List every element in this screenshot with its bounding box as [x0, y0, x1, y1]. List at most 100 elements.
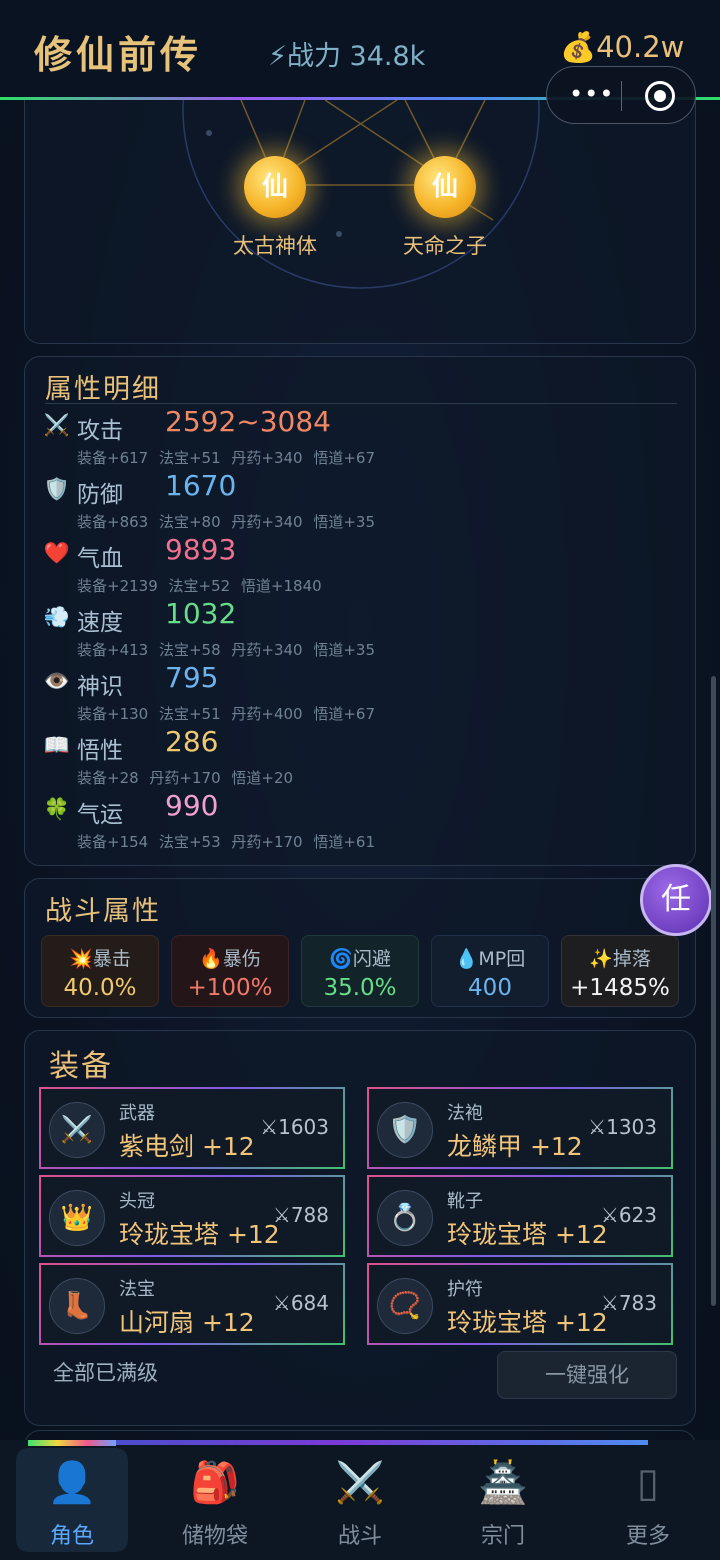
equip-slot-label: 法袍: [447, 1103, 483, 1124]
attr-row-luck: 🍀 气运 990 装备+154 法宝+53 丹药+170 悟道+61: [43, 789, 683, 857]
clover-icon: 🍀: [43, 797, 71, 821]
attr-name: 悟性: [77, 738, 123, 764]
attr-name: 神识: [77, 674, 123, 700]
attr-detail: 装备+28 丹药+170 悟道+20: [77, 769, 294, 787]
talent-item[interactable]: 仙 太古神体: [195, 156, 355, 260]
crossed-swords-icon: ⚔️: [49, 1102, 105, 1158]
equip-slot-label: 头冠: [119, 1191, 155, 1212]
person-icon: 👤: [47, 1460, 97, 1506]
attribute-panel-title: 属性明细: [45, 374, 161, 405]
star-decoration: [182, 100, 540, 289]
attr-name: 速度: [77, 610, 123, 636]
tab-character[interactable]: 👤 角色: [16, 1448, 128, 1552]
equip-slot-amulet[interactable]: 📿 护符 玲珑宝塔 +12 ⚔783: [367, 1263, 673, 1345]
equip-power: ⚔788: [272, 1203, 329, 1227]
battle-attribute-panel: 战斗属性 💥暴击 40.0% 🔥暴伤 +100% 🌀闪避 35.0% 💧MP回 …: [24, 878, 696, 1018]
tabbar-progress-fill: [28, 1440, 116, 1446]
attr-row-comprehension: 📖 悟性 286 装备+28 丹药+170 悟道+20: [43, 725, 683, 793]
tab-inventory[interactable]: 🎒 储物袋: [159, 1448, 271, 1552]
currency-amount: 💰40.2w: [560, 30, 685, 64]
all-max-label: 全部已满级: [53, 1361, 158, 1385]
stat-dodge: 🌀闪避 35.0%: [301, 935, 419, 1007]
attr-value: 795: [165, 661, 219, 694]
shield-icon: 🛡️: [377, 1102, 433, 1158]
equip-slot-crown[interactable]: 👑 头冠 玲珑宝塔 +12 ⚔788: [39, 1175, 345, 1257]
more-dots-icon[interactable]: •••: [569, 80, 614, 108]
tab-label: 储物袋: [181, 1524, 248, 1549]
attr-value: 286: [165, 725, 219, 758]
one-click-strengthen-button[interactable]: 一键强化: [497, 1351, 677, 1399]
equip-slot-boots[interactable]: 💍 靴子 玲珑宝塔 +12 ⚔623: [367, 1175, 673, 1257]
attr-row-hp: ❤️ 气血 9893 装备+2139 法宝+52 悟道+1840: [43, 533, 683, 601]
attr-value: 9893: [165, 533, 237, 566]
sword-icon: ⚔️: [43, 413, 71, 437]
talent-orb-icon: 仙: [244, 156, 306, 218]
stat-crit-damage: 🔥暴伤 +100%: [171, 935, 289, 1007]
attr-row-speed: 💨 速度 1032 装备+413 法宝+58 丹药+340 悟道+35: [43, 597, 683, 665]
tab-label: 角色: [49, 1524, 94, 1549]
backpack-icon: 🎒: [190, 1460, 240, 1506]
task-float-button[interactable]: 任: [640, 864, 712, 936]
equip-name: 龙鳞甲 +12: [447, 1132, 583, 1161]
attr-name: 气运: [77, 802, 123, 828]
attr-detail: 装备+863 法宝+80 丹药+340 悟道+35: [77, 513, 376, 531]
attr-name: 防御: [77, 482, 123, 508]
tab-battle[interactable]: ⚔️ 战斗: [304, 1448, 416, 1552]
tab-sect[interactable]: 🏯 宗门: [447, 1448, 559, 1552]
equipment-panel-title: 装备: [49, 1049, 113, 1084]
equipment-panel: 装备 ⚔️ 武器 紫电剑 +12 ⚔1603 🛡️ 法袍 龙鳞甲 +12 ⚔13…: [24, 1030, 696, 1426]
combat-power: ⚡战力 34.8k: [268, 41, 426, 72]
tab-more[interactable]: ▯ 更多: [592, 1448, 704, 1552]
equip-name: 玲珑宝塔 +12: [447, 1220, 608, 1249]
shield-icon: 🛡️: [43, 477, 71, 501]
attr-row-attack: ⚔️ 攻击 2592~3084 装备+617 法宝+51 丹药+340 悟道+6…: [43, 405, 683, 473]
close-target-icon[interactable]: [645, 81, 675, 111]
talent-panel: 仙 太古神体 仙 天命之子: [24, 100, 696, 344]
stat-value: +100%: [187, 975, 273, 1001]
stat-label: 🔥暴伤: [199, 948, 261, 970]
attr-value: 1032: [165, 597, 237, 630]
attr-value: 990: [165, 789, 219, 822]
talent-name: 天命之子: [403, 234, 487, 258]
stat-label: 🌀闪避: [329, 948, 391, 970]
equip-slot-label: 武器: [119, 1103, 155, 1124]
crown-icon: 👑: [49, 1190, 105, 1246]
talent-item[interactable]: 仙 天命之子: [365, 156, 525, 260]
attr-value: 2592~3084: [165, 405, 331, 438]
heart-icon: ❤️: [43, 541, 71, 565]
equip-power: ⚔623: [600, 1203, 657, 1227]
equip-slot-label: 护符: [447, 1279, 483, 1300]
talent-orb-icon: 仙: [414, 156, 476, 218]
capsule-divider: [621, 81, 622, 111]
app-title: 修仙前传: [34, 32, 203, 77]
equip-slot-treasure[interactable]: 👢 法宝 山河扇 +12 ⚔684: [39, 1263, 345, 1345]
eye-icon: 👁️: [43, 669, 71, 693]
tab-label: 战斗: [337, 1524, 382, 1549]
attribute-detail-panel: 属性明细 ⚔️ 攻击 2592~3084 装备+617 法宝+51 丹药+340…: [24, 356, 696, 866]
more-icon: ▯: [636, 1460, 659, 1506]
equip-slot-weapon[interactable]: ⚔️ 武器 紫电剑 +12 ⚔1603: [39, 1087, 345, 1169]
attr-row-defense: 🛡️ 防御 1670 装备+863 法宝+80 丹药+340 悟道+35: [43, 469, 683, 537]
equip-name: 玲珑宝塔 +12: [447, 1308, 608, 1337]
crossed-swords-icon: ⚔️: [335, 1460, 385, 1506]
equip-power: ⚔1303: [588, 1115, 657, 1139]
stat-value: 40.0%: [63, 975, 137, 1001]
equip-power: ⚔684: [272, 1291, 329, 1315]
equip-power: ⚔1603: [260, 1115, 329, 1139]
tab-label: 宗门: [480, 1524, 525, 1549]
attr-name: 气血: [77, 546, 123, 572]
stat-label: 💥暴击: [69, 948, 131, 970]
scrollbar[interactable]: [711, 676, 716, 1306]
equip-slot-label: 法宝: [119, 1279, 155, 1300]
stat-label: ✨掉落: [589, 948, 651, 970]
battle-panel-title: 战斗属性: [45, 896, 161, 927]
stat-value: 400: [468, 975, 512, 1001]
stat-crit: 💥暴击 40.0%: [41, 935, 159, 1007]
attr-detail: 装备+130 法宝+51 丹药+400 悟道+67: [77, 705, 376, 723]
talent-name: 太古神体: [233, 234, 317, 258]
equip-slot-robe[interactable]: 🛡️ 法袍 龙鳞甲 +12 ⚔1303: [367, 1087, 673, 1169]
equip-name: 紫电剑 +12: [119, 1132, 255, 1161]
pagoda-icon: 🏯: [478, 1460, 528, 1506]
tabbar-progress-track: [28, 1440, 648, 1445]
stat-value: 35.0%: [323, 975, 397, 1001]
